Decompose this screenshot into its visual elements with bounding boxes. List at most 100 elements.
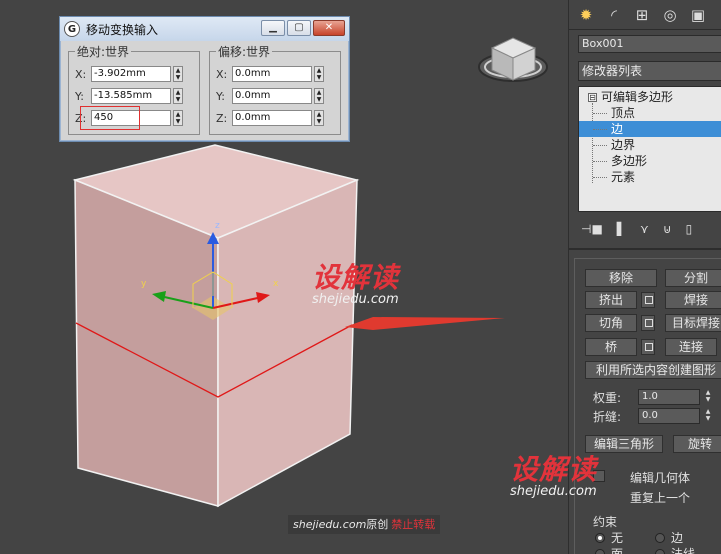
stack-item-border[interactable]: 边界 bbox=[579, 137, 721, 153]
minimize-icon: ▁ bbox=[269, 22, 277, 33]
stack-item-label: 元素 bbox=[611, 170, 636, 184]
extrude-settings-button[interactable] bbox=[641, 292, 655, 308]
stack-item-edge[interactable]: 边 bbox=[579, 121, 721, 137]
credit-no-repost: 禁止转载 bbox=[391, 518, 436, 531]
close-button[interactable]: ✕ bbox=[313, 20, 345, 36]
watermark-url: shejiedu.com bbox=[312, 292, 399, 307]
axis-label-x: x bbox=[273, 279, 279, 289]
tab-motion[interactable]: ◎ bbox=[659, 4, 681, 26]
constraint-edge-label: 边 bbox=[671, 531, 684, 545]
tab-display[interactable]: ▣ bbox=[687, 4, 709, 26]
remove-button[interactable]: 移除 bbox=[585, 269, 657, 287]
app-logo-icon: G bbox=[64, 21, 80, 37]
remove-modifier-icon[interactable]: ⊍ bbox=[663, 222, 672, 238]
constraints-title: 约束 bbox=[593, 515, 618, 529]
create-shape-button[interactable]: 利用所选内容创建图形 bbox=[585, 361, 721, 379]
constraint-none-radio[interactable] bbox=[595, 533, 605, 543]
off-z-input[interactable]: 0.0mm bbox=[232, 110, 312, 126]
axis-label-z: z bbox=[215, 221, 220, 231]
edit-geometry-title: 编辑几何体 bbox=[630, 471, 691, 485]
abs-x-label: X: bbox=[75, 67, 87, 81]
watermark-brand: 设解读 bbox=[510, 453, 598, 486]
abs-x-input[interactable]: -3.902mm bbox=[91, 66, 171, 82]
offset-group-title: 偏移:世界 bbox=[216, 43, 273, 60]
off-x-spinner[interactable]: ▲ ▼ bbox=[314, 66, 324, 82]
pin-stack-icon[interactable]: ⊣■ bbox=[581, 222, 603, 238]
credit-site: shejiedu.com bbox=[293, 518, 367, 531]
weld-button[interactable]: 焊接 bbox=[665, 291, 721, 309]
weight-spinner[interactable]: ▲ ▼ bbox=[703, 389, 713, 405]
stack-item-vertex[interactable]: 顶点 bbox=[579, 105, 721, 121]
turn-button[interactable]: 旋转 bbox=[673, 435, 721, 453]
weight-input[interactable]: 1.0 bbox=[638, 389, 700, 405]
chamfer-settings-button[interactable] bbox=[641, 315, 655, 331]
constraint-normal-radio[interactable] bbox=[655, 549, 665, 554]
off-z-spinner[interactable]: ▲ ▼ bbox=[314, 110, 324, 126]
make-unique-icon[interactable]: ⋎ bbox=[640, 222, 649, 238]
bridge-settings-button[interactable] bbox=[641, 339, 655, 355]
constraint-face-radio[interactable] bbox=[595, 549, 605, 554]
modifier-list-dropdown[interactable]: 修改器列表 bbox=[578, 61, 721, 81]
abs-y-spinner[interactable]: ▲ ▼ bbox=[173, 88, 183, 104]
bridge-button[interactable]: 桥 bbox=[585, 338, 637, 356]
stack-toolbar: ⊣■ ▌ ⋎ ⊍ ▯ bbox=[581, 222, 721, 238]
stack-item-label: 多边形 bbox=[611, 154, 648, 168]
stack-item-label: 边界 bbox=[611, 138, 636, 152]
abs-y-input[interactable]: -13.585mm bbox=[91, 88, 171, 104]
watermark-brand: 设解读 bbox=[312, 261, 400, 294]
tab-modify[interactable]: ◜ bbox=[603, 4, 625, 26]
curve-icon: ◜ bbox=[611, 5, 617, 24]
constraint-normal-label: 法线 bbox=[671, 547, 696, 554]
repeat-last-button[interactable]: 重复上一个 bbox=[630, 489, 690, 506]
credit-strip: shejiedu.com原创 禁止转载 bbox=[288, 515, 441, 534]
watermark-url: shejiedu.com bbox=[510, 484, 597, 499]
chamfer-button[interactable]: 切角 bbox=[585, 314, 637, 332]
crease-label: 折缝: bbox=[593, 410, 622, 424]
box-right-face[interactable] bbox=[217, 178, 358, 508]
watermark: 设解读 shejiedu.com bbox=[312, 256, 399, 307]
tree-branch bbox=[593, 129, 607, 130]
stack-item-element[interactable]: 元素 bbox=[579, 169, 721, 185]
off-y-spinner[interactable]: ▲ ▼ bbox=[314, 88, 324, 104]
collapse-icon[interactable]: ⊟ bbox=[588, 93, 597, 102]
tree-branch bbox=[593, 113, 607, 114]
split-button[interactable]: 分割 bbox=[665, 269, 721, 287]
stack-root[interactable]: ⊟ 可编辑多边形 bbox=[579, 89, 721, 105]
dialog-titlebar[interactable]: G 移动变换输入 ▁ ▢ ✕ bbox=[60, 17, 349, 41]
connect-button[interactable]: 连接 bbox=[665, 338, 717, 356]
view-cube[interactable] bbox=[478, 37, 548, 82]
maximize-button[interactable]: ▢ bbox=[287, 20, 311, 36]
object-name-field[interactable]: Box001 bbox=[578, 35, 721, 53]
crease-spinner[interactable]: ▲ ▼ bbox=[703, 408, 713, 424]
absolute-world-group: 绝对:世界 X: -3.902mm ▲ ▼ Y: -13.585mm ▲ ▼ Z: … bbox=[68, 43, 200, 135]
stack-item-label: 边 bbox=[611, 122, 624, 136]
annotation-arrow bbox=[345, 317, 505, 330]
show-end-result-icon[interactable]: ▌ bbox=[617, 222, 626, 238]
box-left-face[interactable] bbox=[74, 178, 219, 507]
crease-input[interactable]: 0.0 bbox=[638, 408, 700, 424]
configure-sets-icon[interactable]: ▯ bbox=[686, 222, 693, 238]
edit-edges-rollout: 移除 分割 挤出 焊接 切角 目标焊接 桥 连接 利用所选内容创建图形 权重: … bbox=[574, 258, 721, 554]
stack-item-polygon[interactable]: 多边形 bbox=[579, 153, 721, 169]
close-icon: ✕ bbox=[324, 22, 334, 33]
sun-icon: ✹ bbox=[579, 5, 593, 24]
command-panel-tabs: ✹ ◜ ⊞ ◎ ▣ bbox=[569, 0, 721, 30]
motion-icon: ◎ bbox=[663, 5, 677, 24]
axis-label-y: y bbox=[141, 279, 147, 289]
absolute-group-title: 绝对:世界 bbox=[75, 43, 132, 60]
extrude-button[interactable]: 挤出 bbox=[585, 291, 637, 309]
off-y-input[interactable]: 0.0mm bbox=[232, 88, 312, 104]
off-x-label: X: bbox=[216, 67, 228, 81]
tree-branch bbox=[593, 177, 607, 178]
viewport[interactable]: z x y 设解读 shejiedu.com shejiedu.com原创 禁止转… bbox=[0, 0, 568, 554]
target-weld-button[interactable]: 目标焊接 bbox=[665, 314, 721, 332]
move-transform-dialog[interactable]: G 移动变换输入 ▁ ▢ ✕ 绝对:世界 X: -3.902mm ▲ ▼ Y: -… bbox=[59, 16, 350, 142]
tab-hierarchy[interactable]: ⊞ bbox=[631, 4, 653, 26]
minimize-button[interactable]: ▁ bbox=[261, 20, 285, 36]
tab-create[interactable]: ✹ bbox=[575, 4, 597, 26]
constraint-face-label: 面 bbox=[611, 547, 624, 554]
constraint-edge-radio[interactable] bbox=[655, 533, 665, 543]
abs-x-spinner[interactable]: ▲ ▼ bbox=[173, 66, 183, 82]
abs-z-spinner[interactable]: ▲ ▼ bbox=[173, 110, 183, 126]
off-x-input[interactable]: 0.0mm bbox=[232, 66, 312, 82]
